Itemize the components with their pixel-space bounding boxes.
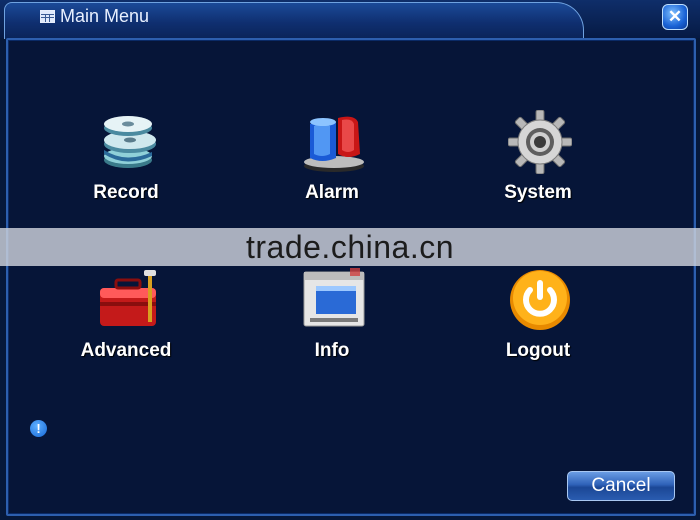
window-title: Main Menu	[60, 6, 150, 26]
menu-item-alarm[interactable]: Alarm	[252, 110, 412, 230]
close-button[interactable]: ✕	[662, 4, 688, 30]
power-icon	[510, 270, 570, 330]
menu-label-logout: Logout	[505, 340, 571, 361]
menu-item-info[interactable]: Info	[252, 268, 412, 388]
alarm-siren-icon	[304, 116, 364, 172]
film-reel-icon	[104, 116, 156, 168]
menu-label-alarm: Alarm	[305, 182, 359, 203]
grid-icon	[40, 10, 55, 23]
menu-item-logout[interactable]: Logout	[458, 268, 618, 388]
watermark: trade.china.cn	[245, 229, 454, 265]
menu-item-record[interactable]: Record	[46, 110, 206, 230]
menu-item-system[interactable]: System	[458, 110, 618, 230]
info-icon: !	[30, 420, 47, 437]
toolbox-icon	[100, 270, 156, 326]
menu-label-info: Info	[314, 340, 350, 361]
title-bar: Main Menu ✕	[0, 0, 700, 39]
monitor-info-icon	[303, 268, 365, 327]
main-menu-window: Main Menu ✕ Record Alarm System trade.ch…	[0, 0, 700, 520]
menu-label-system: System	[504, 182, 572, 203]
menu-item-advanced[interactable]: Advanced	[46, 268, 206, 388]
menu-label-record: Record	[93, 182, 159, 203]
gear-icon	[508, 110, 572, 174]
cancel-button[interactable]: Cancel	[567, 471, 675, 501]
menu-label-advanced: Advanced	[80, 340, 172, 361]
